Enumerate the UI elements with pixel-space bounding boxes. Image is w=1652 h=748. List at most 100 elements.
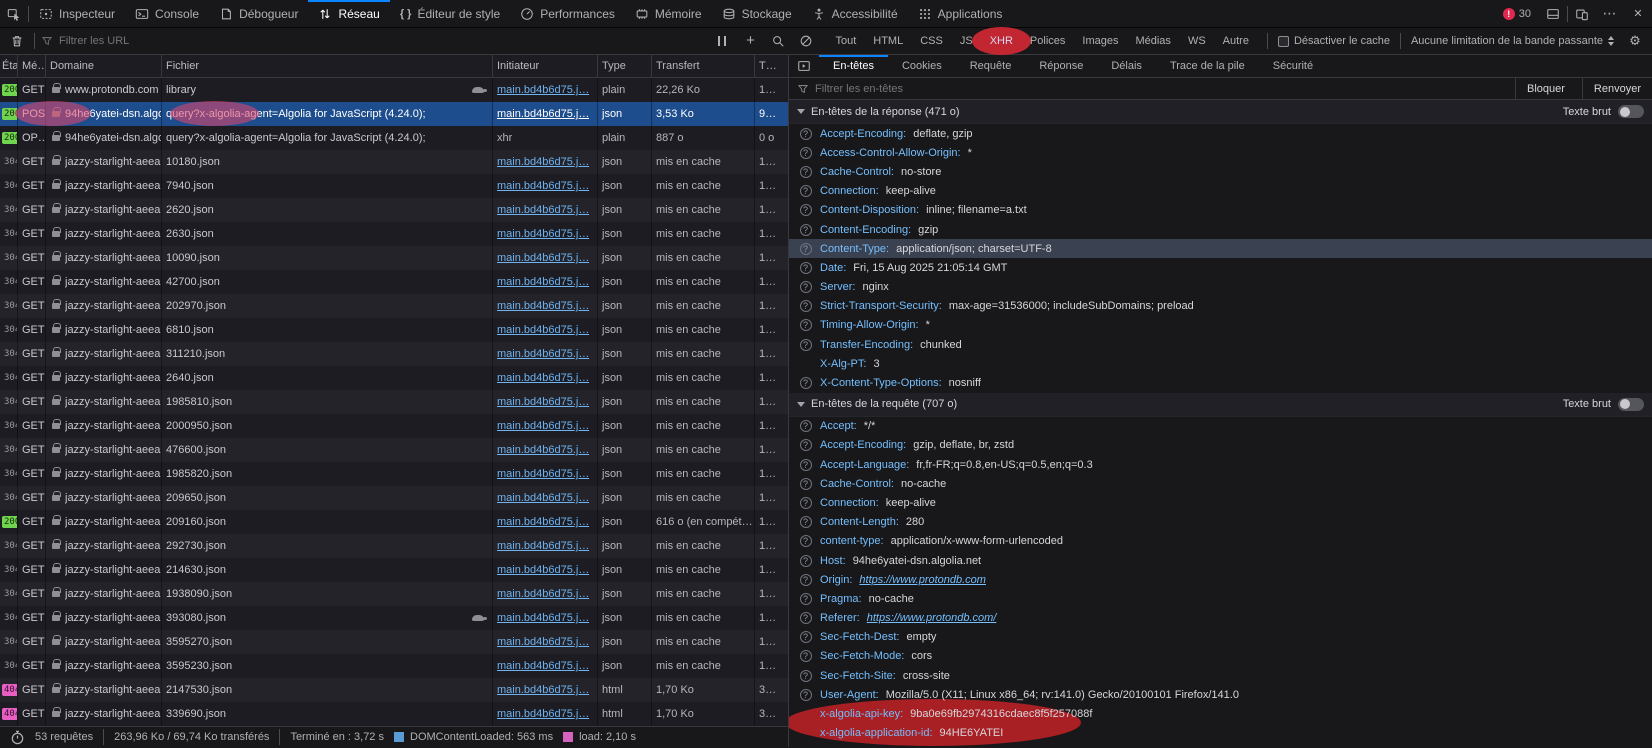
tab-performances[interactable]: Performances <box>510 0 625 27</box>
table-row[interactable]: 304 GET jazzy-starlight-aeea19.netli… 35… <box>0 654 788 678</box>
type-filter-pill[interactable]: Médias <box>1129 33 1176 49</box>
tab-console[interactable]: Console <box>125 0 209 27</box>
help-icon[interactable] <box>800 262 812 274</box>
load-marker[interactable]: load: 2,10 s <box>563 731 636 743</box>
initiator-link[interactable]: main.bd4b6d75.j… <box>497 708 589 720</box>
help-icon[interactable] <box>800 185 812 197</box>
header-row[interactable]: Origin: https://www.protondb.com <box>789 570 1652 589</box>
tab-memoire[interactable]: Mémoire <box>625 0 712 27</box>
error-count-button[interactable]: ! 30 <box>1495 0 1539 27</box>
header-row[interactable]: Content-Length: 280 <box>789 513 1652 532</box>
table-row[interactable]: 304 GET jazzy-starlight-aeea19.netli… 10… <box>0 246 788 270</box>
column-header-size[interactable]: T… <box>755 55 788 77</box>
type-filter-pill[interactable]: WS <box>1182 33 1212 49</box>
header-row[interactable]: x-algolia-application-id: 94HE6YATEI <box>789 724 1652 743</box>
header-row[interactable]: Access-Control-Allow-Origin: * <box>789 143 1652 162</box>
initiator-link[interactable]: main.bd4b6d75.j… <box>497 564 589 576</box>
help-icon[interactable] <box>800 459 812 471</box>
table-row[interactable]: 304 GET jazzy-starlight-aeea19.netli… 10… <box>0 150 788 174</box>
details-tab[interactable]: En-têtes <box>819 55 888 77</box>
column-header-transfer[interactable]: Transfert <box>652 55 755 77</box>
initiator-link[interactable]: main.bd4b6d75.j… <box>497 396 589 408</box>
header-row[interactable]: X-Content-Type-Options: nosniff <box>789 373 1652 392</box>
header-row[interactable]: Host: 94he6yatei-dsn.algolia.net <box>789 551 1652 570</box>
help-icon[interactable] <box>800 612 812 624</box>
header-row[interactable]: Sec-Fetch-Site: cross-site <box>789 666 1652 685</box>
tab-accessibilite[interactable]: Accessibilité <box>802 0 908 27</box>
header-row[interactable]: Server: nginx <box>789 278 1652 297</box>
header-row[interactable]: Accept-Language: fr,fr-FR;q=0.8,en-US;q=… <box>789 455 1652 474</box>
throttling-select[interactable]: Aucune limitation de la bande passante <box>1407 35 1618 47</box>
help-icon[interactable] <box>800 377 812 389</box>
details-tab[interactable]: Requête <box>956 55 1026 77</box>
type-filter-pill[interactable]: Polices <box>1024 33 1071 49</box>
initiator-link[interactable]: main.bd4b6d75.j… <box>497 324 589 336</box>
initiator-link[interactable]: main.bd4b6d75.j… <box>497 180 589 192</box>
response-headers-section-header[interactable]: En-têtes de la réponse (471 o) Texte bru… <box>789 100 1652 124</box>
request-count[interactable]: 53 requêtes <box>35 731 93 743</box>
initiator-link[interactable]: main.bd4b6d75.j… <box>497 252 589 264</box>
transferred-size[interactable]: 263,96 Ko / 69,74 Ko transférés <box>114 731 269 743</box>
help-icon[interactable] <box>800 319 812 331</box>
initiator-link[interactable]: main.bd4b6d75.j… <box>497 492 589 504</box>
help-icon[interactable] <box>800 497 812 509</box>
column-header-domain[interactable]: Domaine <box>46 55 162 77</box>
table-row[interactable]: 304 GET jazzy-starlight-aeea19.netli… 19… <box>0 462 788 486</box>
type-filter-pill[interactable]: Tout <box>829 33 862 49</box>
header-row[interactable]: Strict-Transport-Security: max-age=31536… <box>789 297 1652 316</box>
type-filter-pill[interactable]: XHR <box>984 33 1019 49</box>
help-icon[interactable] <box>800 439 812 451</box>
header-row[interactable]: Cache-Control: no-store <box>789 162 1652 181</box>
header-row[interactable]: Accept: */* <box>789 417 1652 436</box>
raw-toggle-response[interactable]: Texte brut <box>1563 105 1644 118</box>
help-icon[interactable] <box>800 535 812 547</box>
table-row[interactable]: 200 POST 94he6yatei-dsn.algolia.net quer… <box>0 102 788 126</box>
table-row[interactable]: 304 GET jazzy-starlight-aeea19.netli… 42… <box>0 270 788 294</box>
help-icon[interactable] <box>800 478 812 490</box>
header-row[interactable]: Cache-Control: no-cache <box>789 474 1652 493</box>
initiator-link[interactable]: main.bd4b6d75.j… <box>497 444 589 456</box>
help-icon[interactable] <box>800 516 812 528</box>
search-button[interactable] <box>767 34 789 48</box>
table-row[interactable]: 304 GET jazzy-starlight-aeea19.netli… 79… <box>0 174 788 198</box>
initiator-link[interactable]: main.bd4b6d75.j… <box>497 228 589 240</box>
resend-button[interactable]: Renvoyer <box>1582 78 1652 99</box>
clear-requests-button[interactable] <box>6 34 28 48</box>
column-header-file[interactable]: Fichier <box>162 55 493 77</box>
responsive-mode-button[interactable] <box>1568 0 1596 27</box>
type-filter-pill[interactable]: CSS <box>914 33 949 49</box>
details-tab[interactable]: Réponse <box>1025 55 1097 77</box>
header-row[interactable]: Content-Encoding: gzip <box>789 220 1652 239</box>
initiator-link[interactable]: main.bd4b6d75.j… <box>497 276 589 288</box>
close-devtools-button[interactable]: ✕ <box>1624 0 1652 27</box>
initiator-link[interactable]: main.bd4b6d75.j… <box>497 108 589 120</box>
table-row[interactable]: 304 GET jazzy-starlight-aeea19.netli… 29… <box>0 534 788 558</box>
details-tab[interactable]: Sécurité <box>1259 55 1327 77</box>
domcontentloaded-marker[interactable]: DOMContentLoaded: 563 ms <box>394 731 553 743</box>
details-tab[interactable]: Délais <box>1097 55 1156 77</box>
table-row[interactable]: 304 GET jazzy-starlight-aeea19.netli… 47… <box>0 438 788 462</box>
tab-stockage[interactable]: Stockage <box>712 0 802 27</box>
initiator-link[interactable]: main.bd4b6d75.j… <box>497 204 589 216</box>
initiator-link[interactable]: main.bd4b6d75.j… <box>497 348 589 360</box>
column-header-type[interactable]: Type <box>598 55 652 77</box>
network-settings-button[interactable]: ⚙ <box>1624 33 1646 49</box>
help-icon[interactable] <box>800 670 812 682</box>
header-row[interactable]: Sec-Fetch-Dest: empty <box>789 628 1652 647</box>
help-icon[interactable] <box>800 339 812 351</box>
request-headers-section-header[interactable]: En-têtes de la requête (707 o) Texte bru… <box>789 393 1652 417</box>
header-row[interactable]: X-Alg-PT: 3 <box>789 354 1652 373</box>
header-row[interactable]: Accept-Encoding: gzip, deflate, br, zstd <box>789 436 1652 455</box>
help-icon[interactable] <box>800 281 812 293</box>
column-header-method[interactable]: Mé… <box>18 55 46 77</box>
block-url-button[interactable]: Bloquer <box>1515 78 1576 99</box>
header-row[interactable]: Date: Fri, 15 Aug 2025 21:05:14 GMT <box>789 258 1652 277</box>
help-icon[interactable] <box>800 300 812 312</box>
header-row[interactable]: Accept-Encoding: deflate, gzip <box>789 124 1652 143</box>
pause-traffic-button[interactable] <box>711 36 733 46</box>
table-row[interactable]: 304 GET jazzy-starlight-aeea19.netli… 19… <box>0 582 788 606</box>
table-row[interactable]: 200 GET www.protondb.com library main.bd… <box>0 78 788 102</box>
help-icon[interactable] <box>800 650 812 662</box>
header-row[interactable]: Sec-Fetch-Mode: cors <box>789 647 1652 666</box>
type-filter-pill[interactable]: Images <box>1076 33 1124 49</box>
